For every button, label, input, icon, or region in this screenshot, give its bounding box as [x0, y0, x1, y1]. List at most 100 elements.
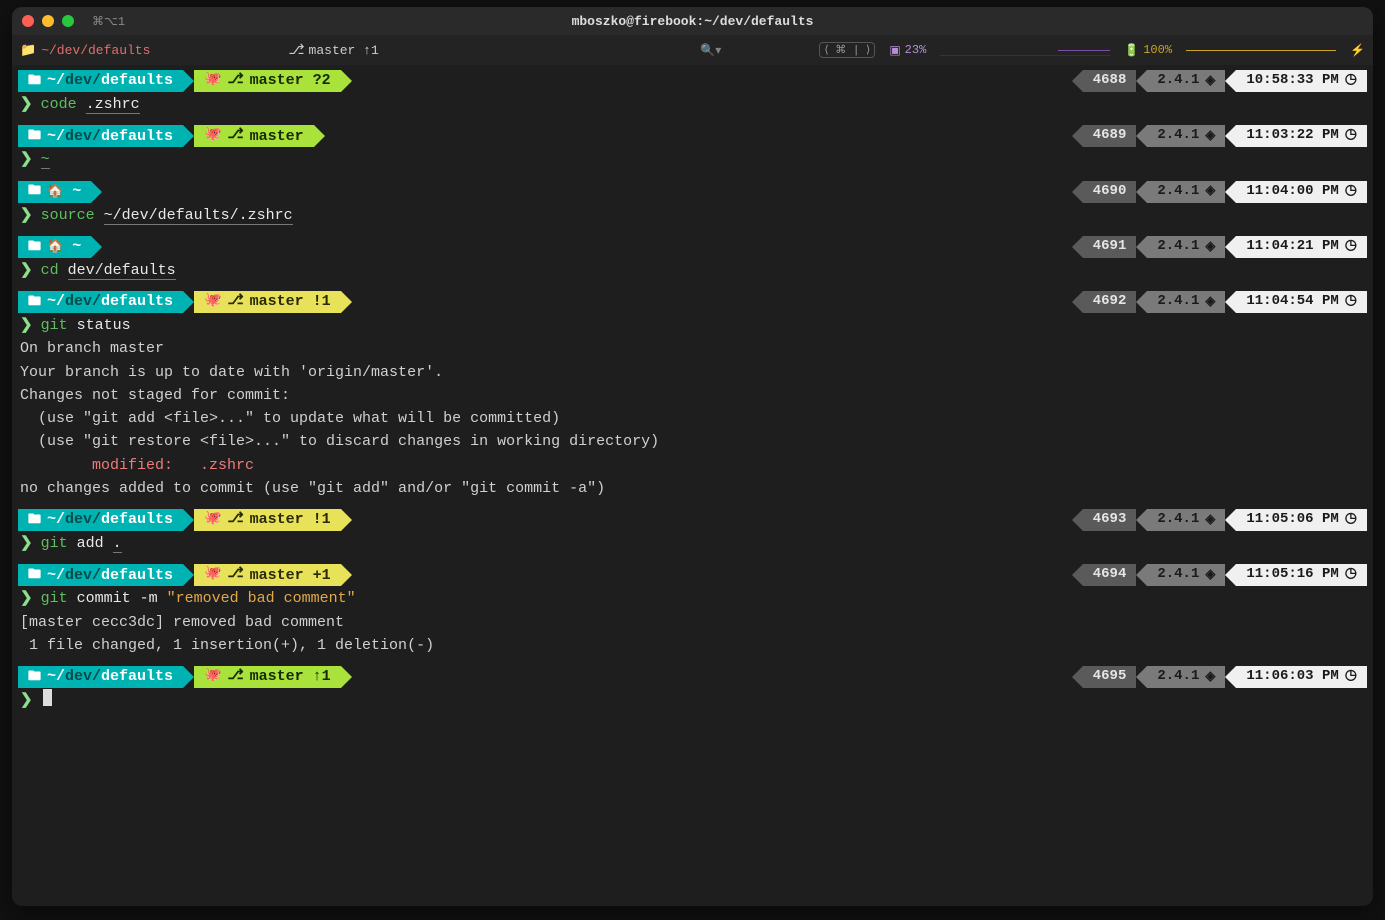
battery-pct: 100%	[1143, 43, 1172, 57]
ruby-segment: 2.4.1 ◈	[1147, 291, 1225, 313]
prompt-left: 🖿 🏠 ~	[18, 181, 91, 203]
ruby-version: 2.4.1	[1157, 666, 1199, 688]
terminal-viewport[interactable]: 🖿 ~/dev/defaults🐙⎇ master ?2 4688 2.4.1 …	[12, 65, 1373, 906]
keyshort-pill: ⟨ ⌘ | ⟩	[819, 42, 875, 58]
branch-text: master ?2	[250, 69, 331, 92]
command-text: source ~/dev/defaults/.zshrc	[41, 204, 293, 227]
command-text: cd dev/defaults	[41, 259, 176, 282]
branch-icon: ⎇	[228, 125, 244, 147]
command-text: git status	[41, 314, 131, 337]
path-segment: 🖿 ~/dev/defaults	[18, 666, 183, 688]
prompt-caret: ❯	[20, 259, 33, 282]
output-line: Changes not staged for commit:	[18, 384, 1367, 407]
ruby-segment: 2.4.1 ◈	[1147, 564, 1225, 586]
clock-icon: ◷	[1345, 564, 1357, 586]
clock-icon: ◷	[1345, 666, 1357, 688]
ruby-icon: ◈	[1205, 126, 1215, 146]
ruby-version: 2.4.1	[1157, 70, 1199, 92]
branch-icon: ⎇	[228, 291, 244, 313]
branch-segment: 🐙⎇ master +1	[194, 564, 341, 586]
clock-icon: ◷	[1345, 509, 1357, 531]
bolt-icon: ⚡	[1350, 43, 1365, 58]
path-segment: 🖿 🏠 ~	[18, 236, 91, 258]
prompt-right: 4690 2.4.1 ◈ 11:04:00 PM ◷	[1083, 181, 1367, 203]
battery-indicator: 🔋 100%	[1124, 43, 1172, 58]
breadcrumb[interactable]: 📁 ~/dev/defaults	[20, 43, 150, 58]
battery-sparkline	[1186, 41, 1336, 59]
command-line[interactable]: ❯~	[18, 148, 1367, 171]
command-line[interactable]: ❯ git commit -m "removed bad comment"	[18, 587, 1367, 610]
folder-icon: 🖿	[28, 510, 41, 530]
job-segment: 4691	[1083, 236, 1137, 258]
folder-icon: 🖿	[28, 237, 41, 257]
time-segment: 11:03:22 PM ◷	[1236, 125, 1367, 147]
job-segment: 4693	[1083, 509, 1137, 531]
ruby-icon: ◈	[1205, 181, 1215, 201]
branch-icon: ⎇	[228, 666, 244, 688]
time-segment: 11:04:21 PM ◷	[1236, 236, 1367, 258]
time-segment: 11:05:16 PM ◷	[1236, 564, 1367, 586]
output-line: (use "git restore <file>..." to discard …	[18, 430, 1367, 453]
github-icon: 🐙	[204, 509, 221, 531]
prompt-row: 🖿 ~/dev/defaults🐙⎇ master !1 4692 2.4.1 …	[18, 290, 1367, 314]
ruby-version: 2.4.1	[1157, 181, 1199, 203]
job-number: 4689	[1093, 125, 1127, 147]
job-number: 4694	[1093, 564, 1127, 586]
folder-icon: 🖿	[28, 565, 41, 585]
clock-icon: ◷	[1345, 291, 1357, 313]
toolbar-branch[interactable]: ⎇ master ↑1	[288, 42, 378, 59]
command-text	[41, 689, 52, 712]
prompt-row: 🖿 ~/dev/defaults🐙⎇ master 4689 2.4.1 ◈ 1…	[18, 124, 1367, 148]
branch-segment: 🐙⎇ master ?2	[194, 70, 341, 92]
path-segment: 🖿 ~/dev/defaults	[18, 125, 183, 147]
ruby-icon: ◈	[1205, 237, 1215, 257]
branch-icon: ⎇	[288, 42, 304, 59]
prompt-right: 4691 2.4.1 ◈ 11:04:21 PM ◷	[1083, 236, 1367, 258]
path-text: ~/dev/defaults	[47, 665, 173, 688]
prompt-row: 🖿 🏠 ~ 4691 2.4.1 ◈ 11:04:21 PM ◷	[18, 235, 1367, 259]
command-text: ~	[41, 148, 50, 171]
time-text: 11:04:21 PM	[1246, 236, 1338, 258]
prompt-caret: ❯	[20, 587, 33, 610]
command-line[interactable]: ❯git add .	[18, 532, 1367, 555]
branch-segment: 🐙⎇ master !1	[194, 291, 341, 313]
ruby-segment: 2.4.1 ◈	[1147, 125, 1225, 147]
prompt-left: 🖿 ~/dev/defaults🐙⎇ master ?2	[18, 70, 341, 92]
output-line: no changes added to commit (use "git add…	[18, 477, 1367, 500]
branch-icon: ⎇	[228, 70, 244, 92]
branch-text: master +1	[250, 564, 331, 587]
branch-text: master ↑1	[250, 665, 331, 688]
ruby-version: 2.4.1	[1157, 509, 1199, 531]
job-segment: 4690	[1083, 181, 1137, 203]
time-segment: 11:06:03 PM ◷	[1236, 666, 1367, 688]
toolbar: 📁 ~/dev/defaults ⎇ master ↑1 🔍▾ ⟨ ⌘ | ⟩ …	[12, 35, 1373, 65]
prompt-row: 🖿 ~/dev/defaults🐙⎇ master ?2 4688 2.4.1 …	[18, 69, 1367, 93]
prompt-caret: ❯	[20, 204, 33, 227]
job-number: 4693	[1093, 509, 1127, 531]
command-line[interactable]: ❯	[18, 689, 1367, 712]
prompt-right: 4695 2.4.1 ◈ 11:06:03 PM ◷	[1083, 666, 1367, 688]
command-text: git commit -m "removed bad comment"	[41, 587, 356, 610]
clock-icon: ◷	[1345, 236, 1357, 258]
prompt-left: 🖿 ~/dev/defaults🐙⎇ master	[18, 125, 314, 147]
command-line[interactable]: ❯git status	[18, 314, 1367, 337]
time-segment: 10:58:33 PM ◷	[1236, 70, 1367, 92]
cpu-icon: ▣	[889, 43, 900, 58]
time-text: 11:06:03 PM	[1246, 666, 1338, 688]
ruby-segment: 2.4.1 ◈	[1147, 236, 1225, 258]
path-text: ~/dev/defaults	[47, 508, 173, 531]
prompt-left: 🖿 ~/dev/defaults🐙⎇ master !1	[18, 291, 341, 313]
cpu-indicator: ▣ 23%	[889, 43, 926, 58]
path-text: ~/dev/defaults	[47, 564, 173, 587]
branch-text: master	[250, 125, 304, 148]
command-line[interactable]: ❯ cd dev/defaults	[18, 259, 1367, 282]
command-line[interactable]: ❯ source ~/dev/defaults/.zshrc	[18, 204, 1367, 227]
time-segment: 11:05:06 PM ◷	[1236, 509, 1367, 531]
output-line: 1 file changed, 1 insertion(+), 1 deleti…	[18, 634, 1367, 657]
command-line[interactable]: ❯code .zshrc	[18, 93, 1367, 116]
folder-icon: 🖿	[28, 181, 41, 201]
search-icon[interactable]: 🔍▾	[700, 43, 721, 58]
prompt-row: 🖿 ~/dev/defaults 🐙⎇ master +1 4694 2.4.1 …	[18, 563, 1367, 587]
time-text: 11:05:16 PM	[1246, 564, 1338, 586]
branch-icon: ⎇	[228, 509, 244, 531]
